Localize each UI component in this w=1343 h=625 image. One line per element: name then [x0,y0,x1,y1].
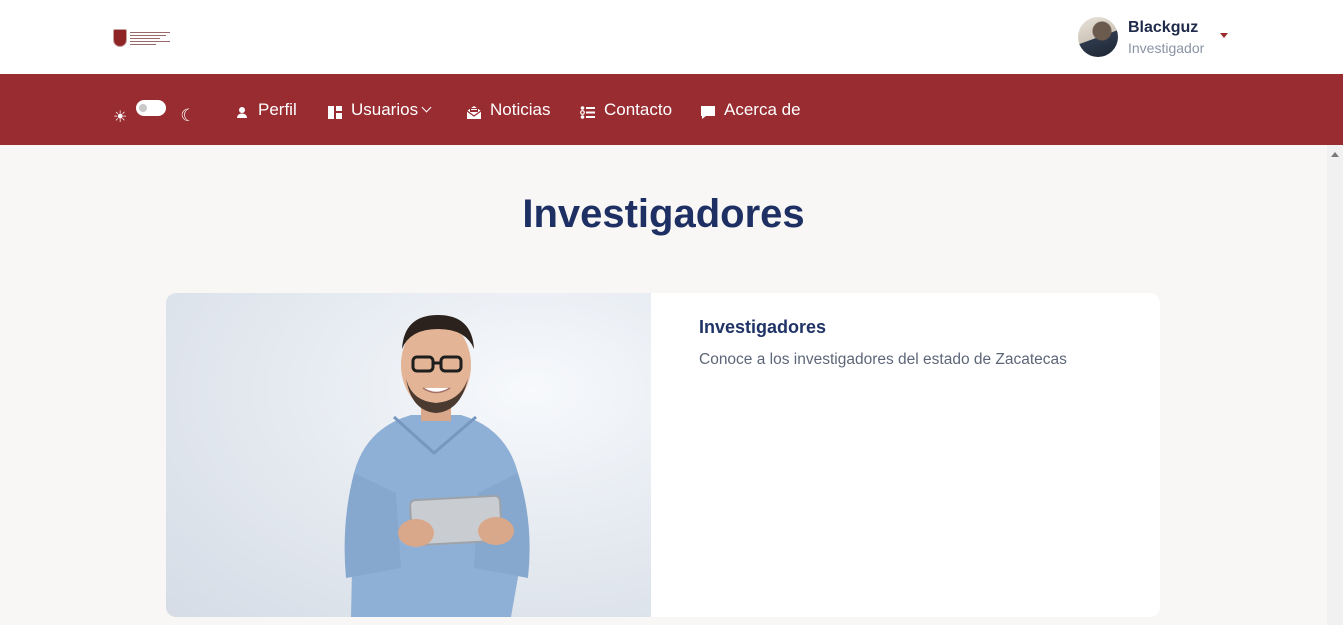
user-role: Investigador [1128,39,1205,56]
nav-label: Contacto [604,100,673,119]
user-name: Blackguz [1128,18,1199,36]
researchers-card[interactable]: Investigadores Conoce a los investigador… [166,293,1160,617]
nav-label: Usuarios [351,100,419,119]
theme-switch[interactable] [136,100,167,116]
nav-item-contacto[interactable]: Contacto [580,98,672,122]
card-description: Conoce a los investigadores del estado d… [699,351,1067,368]
theme-toggle[interactable]: ☀ ☾ [113,98,196,126]
nav-label: Perfil [258,100,297,119]
top-header: Blackguz Investigador [0,0,1343,74]
page-title: Investigadores [522,192,805,236]
nav-item-usuarios[interactable]: Usuarios [327,98,432,122]
nav-label: Acerca de [724,100,801,119]
nav-item-perfil[interactable]: Perfil [234,98,297,122]
card-title: Investigadores [699,317,827,337]
page-scrollbar[interactable] [1327,145,1343,625]
person-illustration [344,315,530,617]
avatar[interactable] [1078,17,1118,57]
list-icon [580,106,595,119]
mail-open-icon [466,106,482,119]
chevron-down-icon [421,102,432,113]
shield-icon [113,29,127,47]
dashboard-icon [328,106,342,119]
main-navbar: ☀ ☾ Perfil Usuarios Noticias Contacto Ac… [0,74,1343,145]
chat-bubble-icon [701,106,715,119]
moon-icon: ☾ [180,106,196,126]
nav-item-noticias[interactable]: Noticias [466,98,550,122]
caret-down-icon[interactable] [1220,32,1229,38]
institution-logo[interactable] [113,27,173,49]
user-menu[interactable]: Blackguz Investigador [1078,16,1229,58]
man-holding-tablet-photo [166,293,651,617]
sun-icon: ☀ [113,106,128,126]
nav-item-acerca-de[interactable]: Acerca de [700,98,801,122]
person-icon [237,107,247,118]
nav-label: Noticias [490,100,551,119]
scroll-up-arrow-icon[interactable] [1331,152,1339,157]
